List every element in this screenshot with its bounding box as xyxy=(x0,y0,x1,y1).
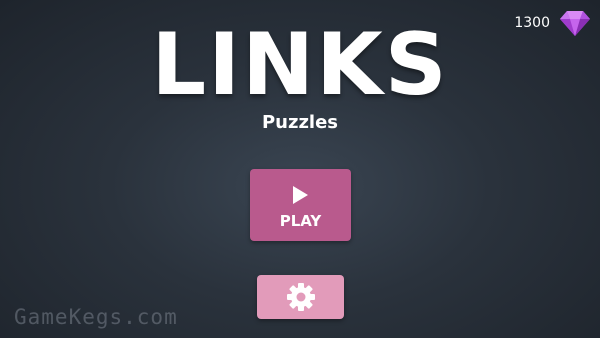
watermark: GameKegs.com xyxy=(14,305,178,329)
gear-icon xyxy=(287,283,315,311)
game-subtitle: Puzzles xyxy=(261,112,339,133)
game-title: LINKS xyxy=(151,15,449,115)
play-icon xyxy=(293,186,308,204)
settings-button[interactable] xyxy=(257,275,344,319)
play-label: PLAY xyxy=(279,212,322,230)
play-button[interactable]: PLAY xyxy=(250,169,351,241)
